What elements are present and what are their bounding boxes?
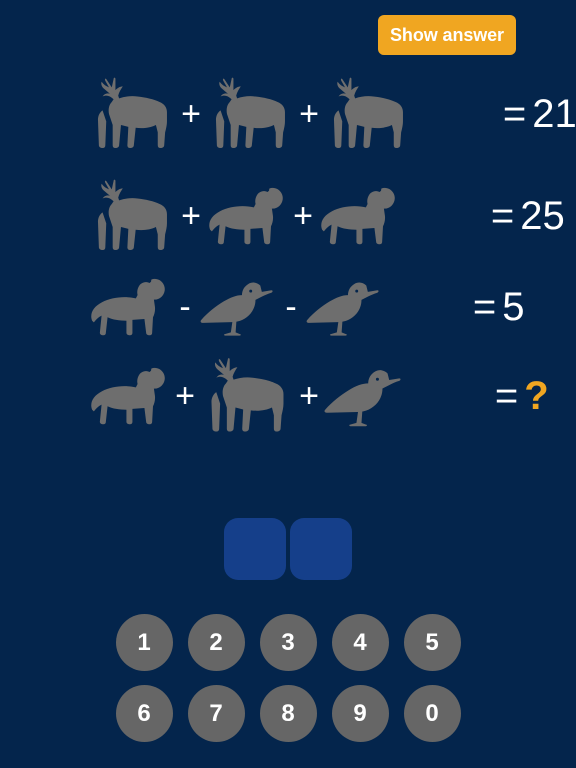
answer-digit-box-2[interactable] [290, 518, 352, 580]
number-keypad: 1 2 3 4 5 6 7 8 9 0 [0, 614, 576, 756]
equation-row: + + =21 [0, 62, 576, 166]
bird-icon [304, 276, 384, 338]
deer-icon [198, 348, 296, 444]
deer-icon [204, 68, 296, 160]
keypad-row-2: 6 7 8 9 0 [0, 685, 576, 742]
key-0[interactable]: 0 [403, 685, 461, 742]
equation-result: =? [406, 336, 549, 456]
operator-plus: + [175, 377, 195, 415]
show-answer-button[interactable]: Show answer [378, 15, 516, 55]
key-6[interactable]: 6 [115, 685, 173, 742]
keypad-row-1: 1 2 3 4 5 [0, 614, 576, 671]
key-1[interactable]: 1 [115, 614, 173, 671]
equation-row: + + =? [0, 348, 576, 444]
key-9[interactable]: 9 [331, 685, 389, 742]
equation-value: 25 [520, 194, 565, 238]
key-3[interactable]: 3 [259, 614, 317, 671]
operator-minus: - [179, 288, 191, 326]
operator-minus: - [285, 288, 297, 326]
dog-icon [86, 360, 172, 432]
equals-sign: = [490, 194, 521, 238]
bird-icon [198, 276, 278, 338]
dog-icon [86, 271, 172, 343]
dog-icon [204, 180, 290, 252]
equals-sign: = [472, 285, 503, 329]
answer-input-area [0, 518, 576, 580]
equals-sign: = [494, 374, 525, 418]
equals-sign: = [502, 92, 533, 136]
operator-plus: + [293, 197, 313, 235]
deer-icon [86, 68, 178, 160]
deer-icon [86, 170, 178, 262]
equation-value: 5 [502, 285, 525, 329]
puzzle-equations: + + =21 + + =25 - - =5 + + =? [0, 62, 576, 444]
equation-unknown-value: ? [524, 374, 549, 418]
key-7[interactable]: 7 [187, 685, 245, 742]
equation-value: 21 [532, 92, 576, 136]
deer-icon [322, 68, 414, 160]
answer-digit-box-1[interactable] [224, 518, 286, 580]
key-8[interactable]: 8 [259, 685, 317, 742]
key-2[interactable]: 2 [187, 614, 245, 671]
operator-plus: + [181, 197, 201, 235]
key-5[interactable]: 5 [403, 614, 461, 671]
dog-icon [316, 180, 402, 252]
operator-plus: + [299, 95, 319, 133]
puzzle-app: Show answer + + =21 + + =25 - - =5 + + =… [0, 0, 576, 768]
bird-icon [322, 363, 406, 429]
key-4[interactable]: 4 [331, 614, 389, 671]
operator-plus: + [299, 377, 319, 415]
operator-plus: + [181, 95, 201, 133]
